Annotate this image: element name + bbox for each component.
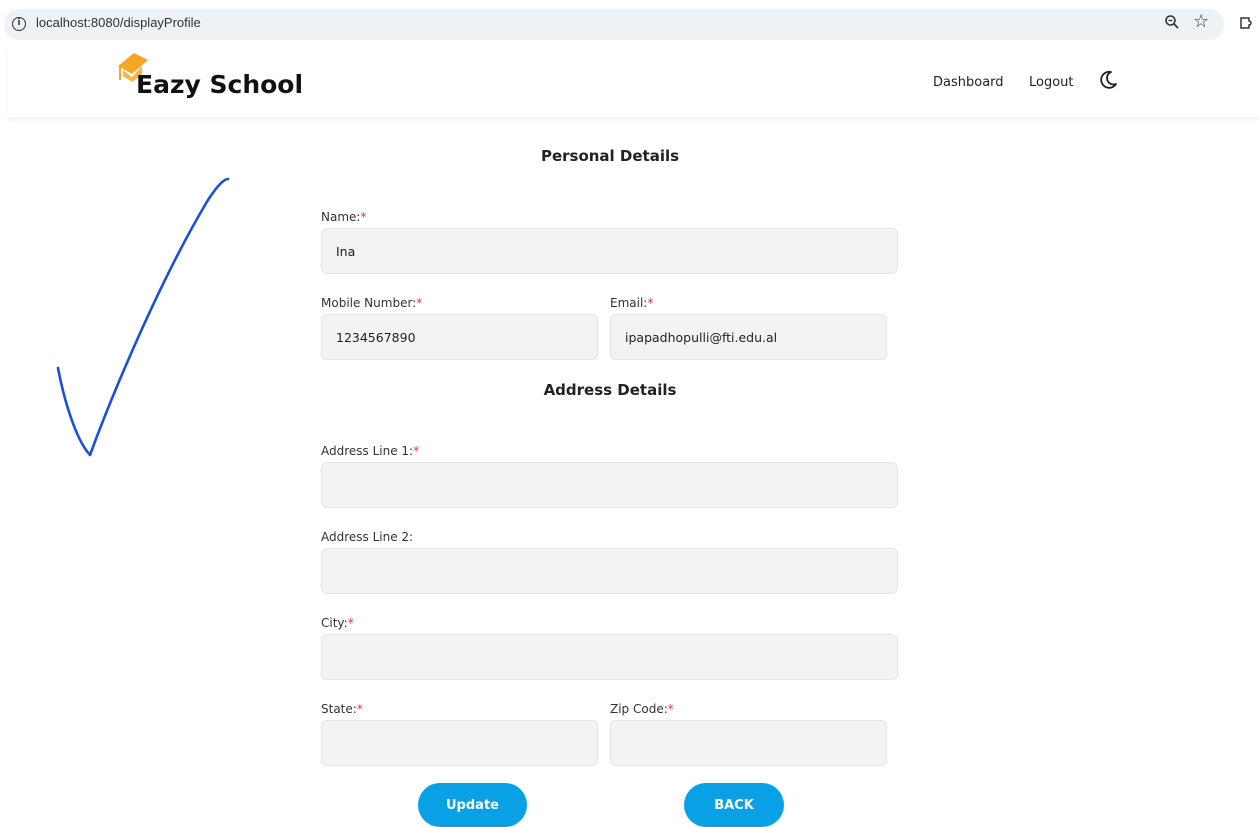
site-header: Eazy School Dashboard Logout: [8, 47, 1259, 117]
city-input[interactable]: [321, 634, 898, 680]
bookmark-star-icon[interactable]: ☆: [1193, 11, 1209, 32]
name-input[interactable]: Ina: [321, 228, 898, 274]
personal-details-heading: Personal Details: [540, 147, 680, 165]
moon-icon[interactable]: [1097, 69, 1119, 91]
back-button[interactable]: BACK: [684, 783, 784, 827]
state-label: State:*: [321, 702, 363, 716]
address-line-2-label: Address Line 2:: [321, 530, 414, 544]
name-label: Name:*: [321, 210, 367, 224]
city-label: City:*: [321, 616, 354, 630]
address-line-1-label: Address Line 1:*: [321, 444, 420, 458]
address-line-1-input[interactable]: [321, 462, 898, 508]
brand-name: Eazy School: [136, 70, 304, 99]
update-button[interactable]: Update: [418, 783, 527, 827]
extensions-icon[interactable]: [1239, 14, 1255, 32]
state-input[interactable]: [321, 720, 598, 766]
address-line-2-input[interactable]: [321, 548, 898, 594]
url-text[interactable]: localhost:8080/displayProfile: [36, 15, 201, 30]
mobile-number-input[interactable]: 1234567890: [321, 314, 598, 360]
info-icon[interactable]: i: [12, 17, 26, 31]
email-input[interactable]: ipapadhopulli@fti.edu.al: [610, 314, 887, 360]
nav-logout-link[interactable]: Logout: [1029, 75, 1074, 90]
checkmark-annotation: [56, 177, 230, 457]
zip-code-label: Zip Code:*: [610, 702, 674, 716]
browser-address-bar: i localhost:8080/displayProfile ☆: [0, 0, 1259, 46]
email-label: Email:*: [610, 296, 654, 310]
mobile-number-label: Mobile Number:*: [321, 296, 423, 310]
zoom-icon[interactable]: [1164, 14, 1180, 30]
address-details-heading: Address Details: [543, 381, 677, 399]
zip-code-input[interactable]: [610, 720, 887, 766]
nav-dashboard-link[interactable]: Dashboard: [933, 75, 1004, 90]
